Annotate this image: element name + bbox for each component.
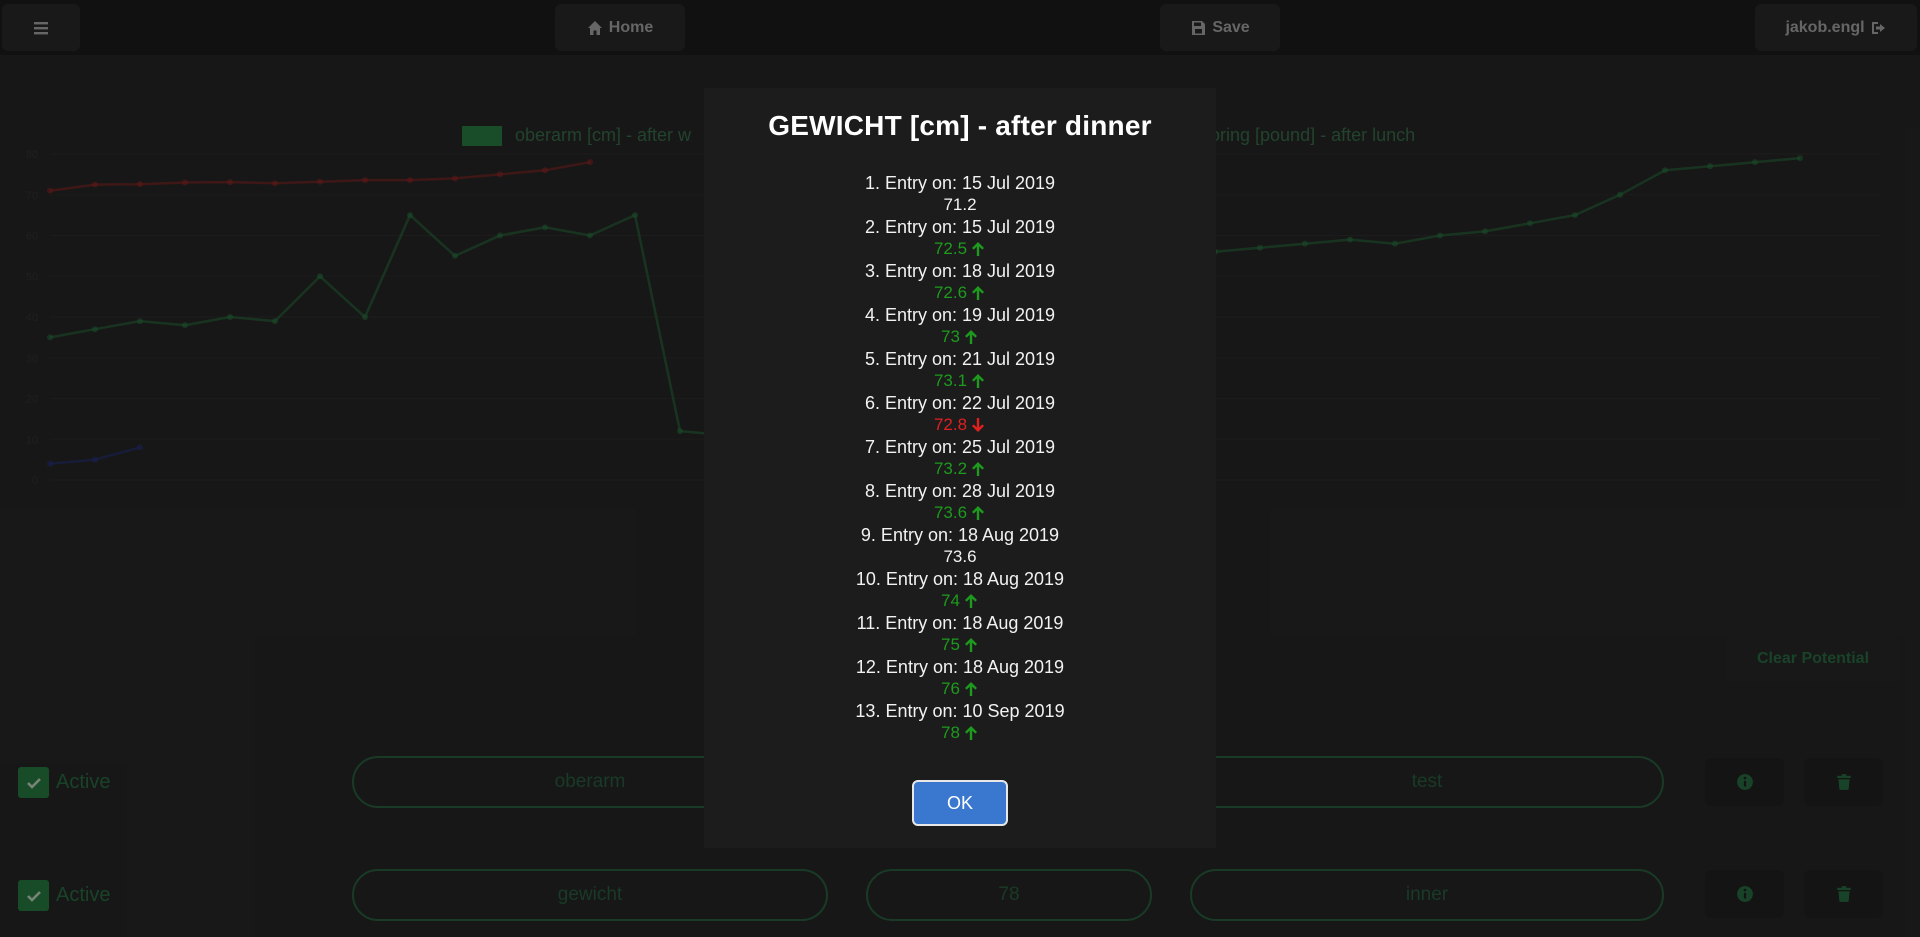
entry-date: 9. Entry on: 18 Aug 2019: [860, 525, 1060, 545]
entry-date: 4. Entry on: 19 Jul 2019: [864, 305, 1056, 325]
entry-value: 76: [704, 678, 1216, 700]
entry-item: 7. Entry on: 25 Jul 2019 73.2: [704, 436, 1216, 480]
entry-value-text: 73.2: [933, 459, 968, 478]
arrow-up-icon: [964, 682, 977, 696]
entry-item: 2. Entry on: 15 Jul 2019 72.5: [704, 216, 1216, 260]
entry-date: 1. Entry on: 15 Jul 2019: [864, 173, 1056, 193]
entry-item: 13. Entry on: 10 Sep 2019 78: [704, 700, 1216, 744]
entry-value-text: 73.6: [943, 547, 977, 566]
entry-value-text: 76: [941, 679, 960, 698]
arrow-up-icon: [964, 726, 977, 740]
arrow-up-icon: [964, 594, 977, 608]
entry-item: 4. Entry on: 19 Jul 2019 73: [704, 304, 1216, 348]
entry-date: 11. Entry on: 18 Aug 2019: [856, 613, 1064, 633]
entry-date: 7. Entry on: 25 Jul 2019: [864, 437, 1056, 457]
entry-value-text: 72.6: [933, 283, 968, 302]
ok-label: OK: [946, 792, 973, 813]
entry-date: 12. Entry on: 18 Aug 2019: [855, 657, 1065, 677]
entry-value: 75: [704, 634, 1216, 656]
entry-value-text: 73.6: [933, 503, 968, 522]
entry-item: 3. Entry on: 18 Jul 2019 72.6: [704, 260, 1216, 304]
entry-value: 72.6: [704, 282, 1216, 304]
entry-date: 10. Entry on: 18 Aug 2019: [855, 569, 1065, 589]
arrow-up-icon: [972, 506, 985, 520]
entry-date: 6. Entry on: 22 Jul 2019: [864, 393, 1056, 413]
entry-value: 73.6: [704, 502, 1216, 524]
entry-value-text: 72.5: [933, 239, 968, 258]
dialog-title: GEWICHT [cm] - after dinner: [768, 110, 1152, 141]
arrow-up-icon: [964, 330, 977, 344]
arrow-up-icon: [972, 242, 985, 256]
entry-date: 13. Entry on: 10 Sep 2019: [855, 701, 1065, 721]
arrow-up-icon: [972, 374, 985, 388]
entry-value: 73.2: [704, 458, 1216, 480]
arrow-down-icon: [972, 418, 985, 432]
entry-value-text: 72.8: [933, 415, 968, 434]
entry-value: 73: [704, 326, 1216, 348]
entry-item: 10. Entry on: 18 Aug 2019 74: [704, 568, 1216, 612]
entry-date: 3. Entry on: 18 Jul 2019: [864, 261, 1056, 281]
entry-value-text: 78: [941, 723, 960, 742]
entry-item: 1. Entry on: 15 Jul 2019 71.2: [704, 172, 1216, 216]
entry-item: 12. Entry on: 18 Aug 2019 76: [704, 656, 1216, 700]
entry-value-text: 71.2: [943, 195, 977, 214]
entry-item: 8. Entry on: 28 Jul 2019 73.6: [704, 480, 1216, 524]
entry-date: 2. Entry on: 15 Jul 2019: [864, 217, 1056, 237]
entry-item: 9. Entry on: 18 Aug 2019 73.6: [704, 524, 1216, 568]
arrow-up-icon: [972, 462, 985, 476]
arrow-up-icon: [972, 286, 985, 300]
entry-value-text: 75: [941, 635, 960, 654]
entry-value: 72.5: [704, 238, 1216, 260]
entry-value: 74: [704, 590, 1216, 612]
entry-value: 71.2: [704, 194, 1216, 216]
entry-item: 5. Entry on: 21 Jul 2019 73.1: [704, 348, 1216, 392]
entry-value: 72.8: [704, 414, 1216, 436]
entry-item: 11. Entry on: 18 Aug 2019 75: [704, 612, 1216, 656]
entry-value-text: 74: [941, 591, 960, 610]
entry-date: 8. Entry on: 28 Jul 2019: [864, 481, 1056, 501]
entry-list: 1. Entry on: 15 Jul 2019 71.2 2. Entry on:…: [704, 172, 1216, 744]
entry-value: 73.1: [704, 370, 1216, 392]
ok-button[interactable]: OK: [912, 780, 1008, 826]
entry-value: 73.6: [704, 546, 1216, 568]
entry-value-text: 73.1: [933, 371, 968, 390]
entry-date: 5. Entry on: 21 Jul 2019: [864, 349, 1056, 369]
history-dialog: GEWICHT [cm] - after dinner 1. Entry on:…: [704, 88, 1216, 848]
entry-item: 6. Entry on: 22 Jul 2019 72.8: [704, 392, 1216, 436]
entry-value: 78: [704, 722, 1216, 744]
entry-value-text: 73: [941, 327, 960, 346]
arrow-up-icon: [964, 638, 977, 652]
